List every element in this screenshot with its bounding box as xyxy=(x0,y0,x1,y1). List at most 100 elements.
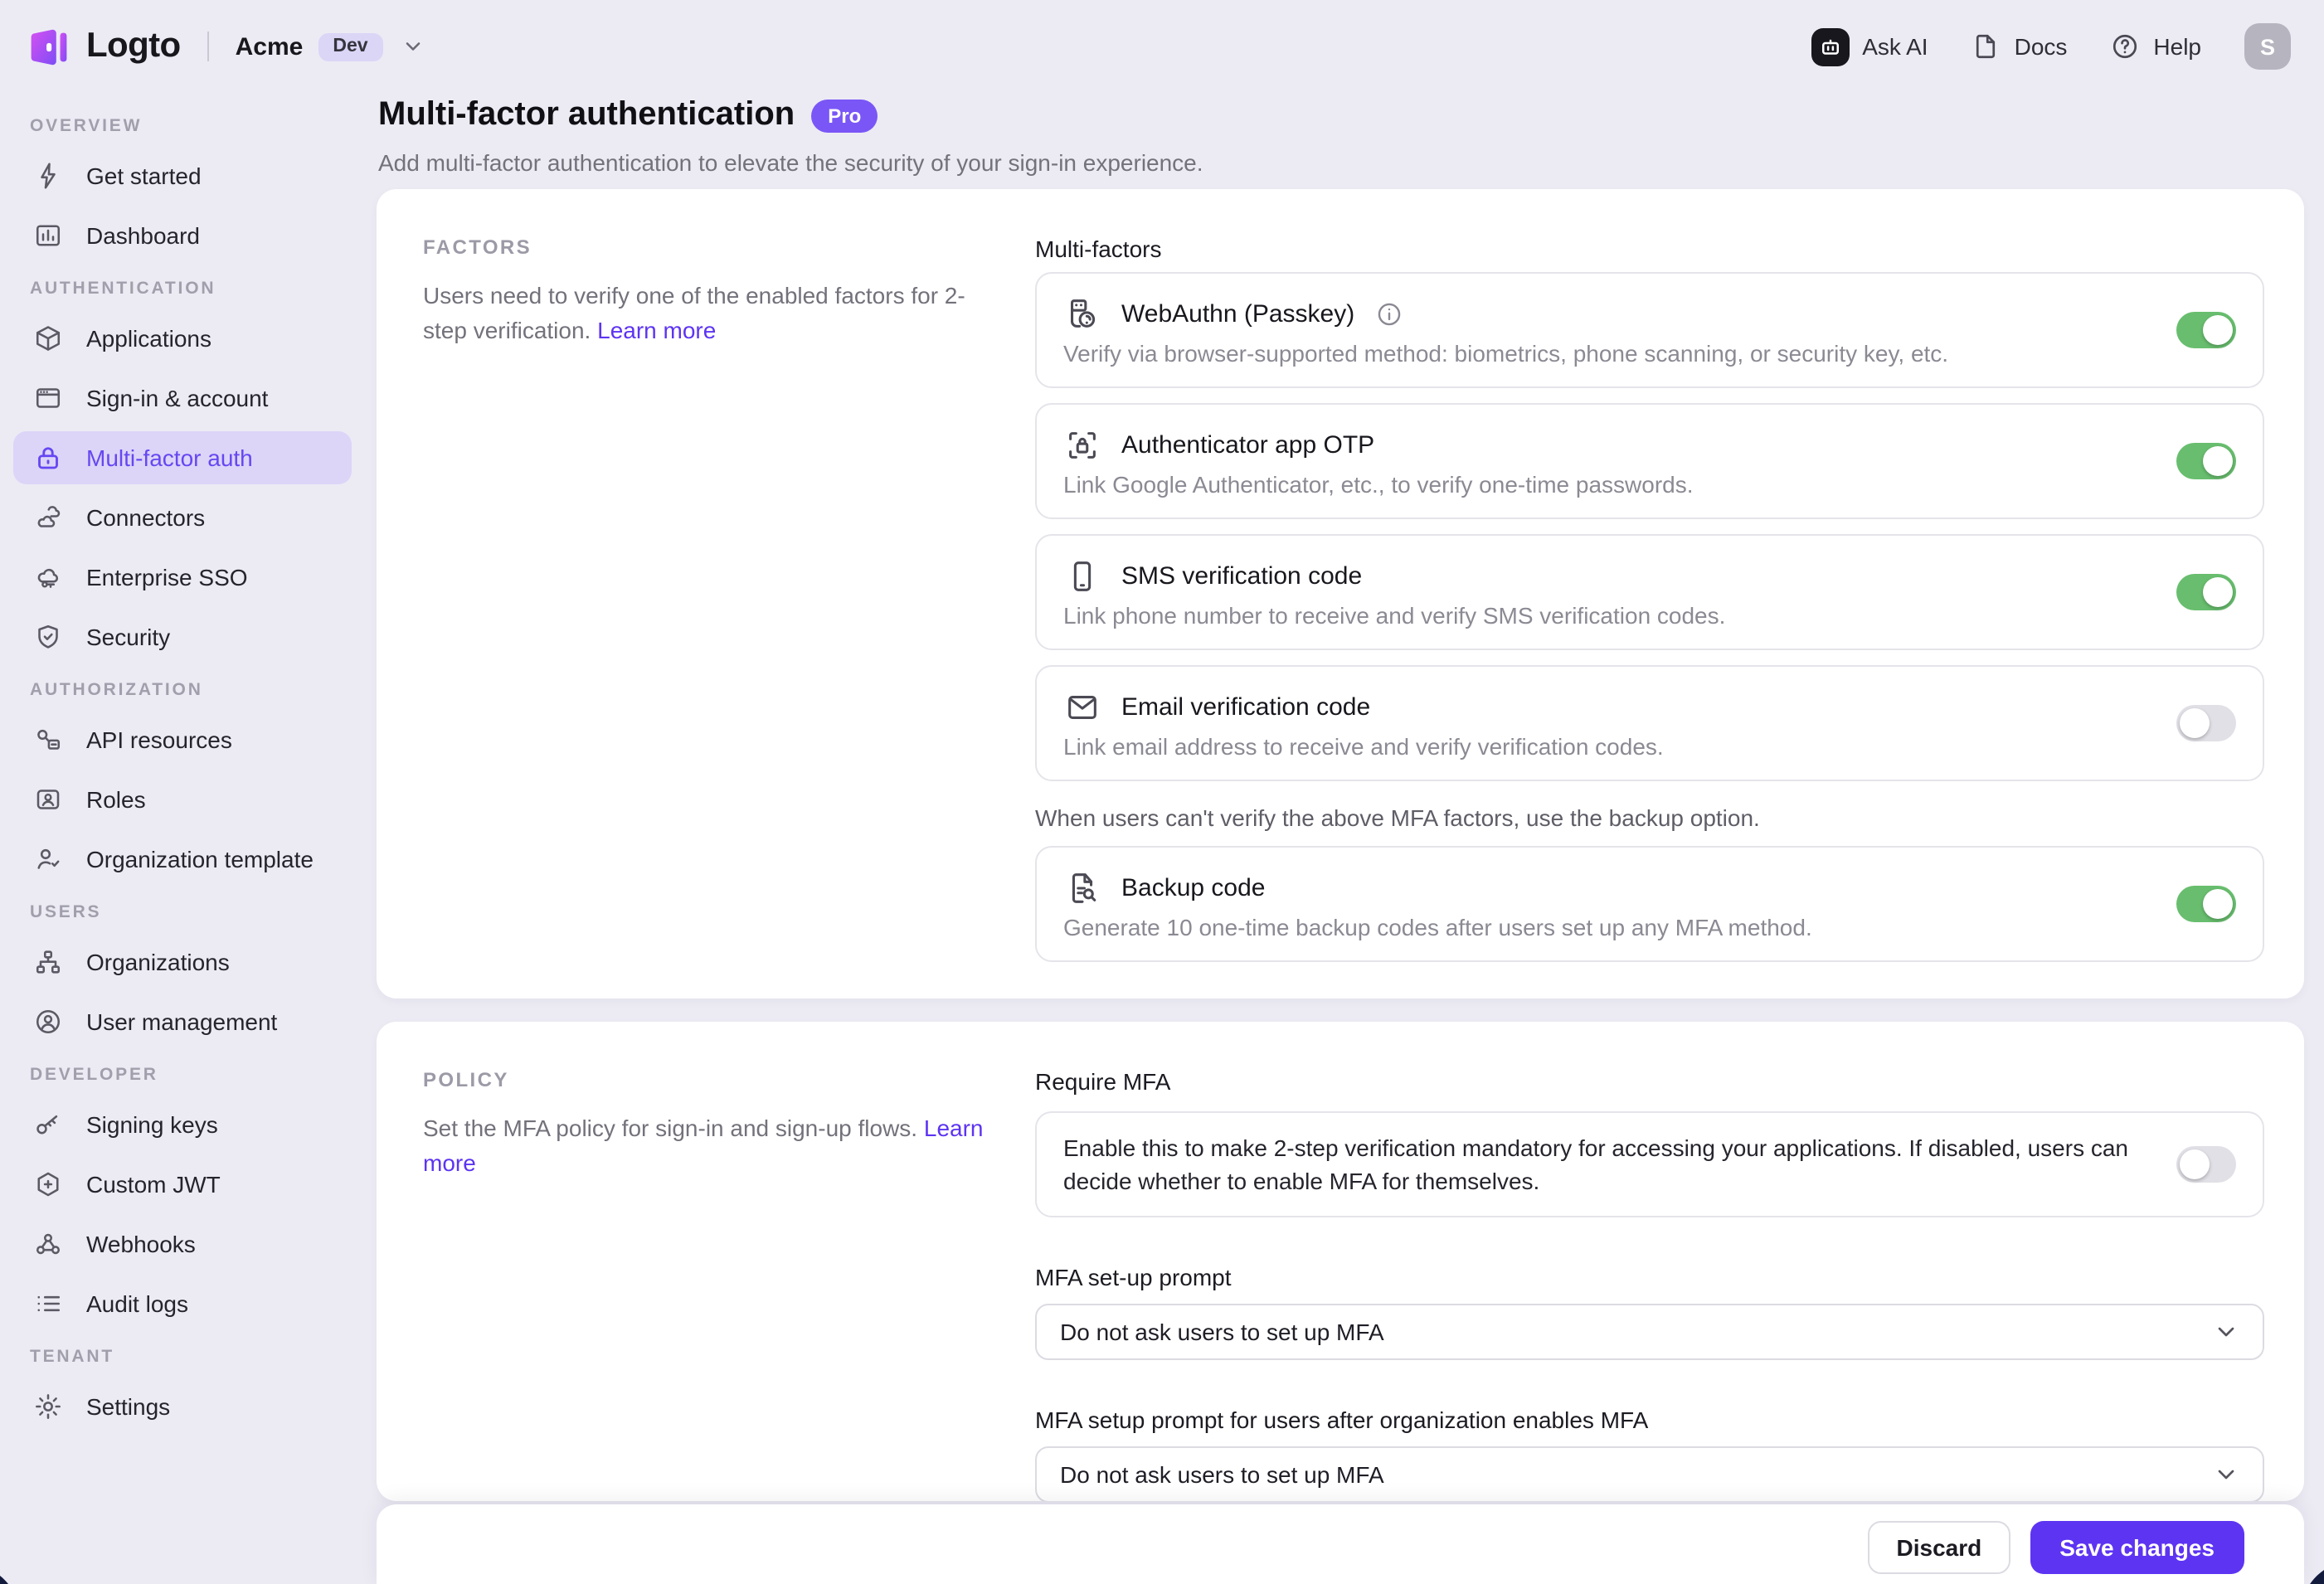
tenant-selector[interactable]: Acme Dev xyxy=(236,32,425,61)
factors-section-intro: FACTORS Users need to verify one of the … xyxy=(423,229,990,972)
cube-icon xyxy=(33,323,63,353)
factor-row-backup-code: Backup code Generate 10 one-time backup … xyxy=(1035,846,2264,962)
require-mfa-toggle[interactable] xyxy=(2176,1146,2236,1183)
factors-section-label: FACTORS xyxy=(423,236,990,259)
topbar-actions: Ask AI Docs Help S xyxy=(1811,23,2291,70)
webhook-icon xyxy=(33,1229,63,1259)
factor-title: Backup code xyxy=(1121,873,1265,901)
chevron-down-icon xyxy=(401,35,425,58)
sidebar-item-settings[interactable]: Settings xyxy=(13,1380,352,1433)
factor-description: Verify via browser-supported method: bio… xyxy=(1063,340,2236,367)
ask-ai-button[interactable]: Ask AI xyxy=(1811,27,1928,66)
help-icon xyxy=(2110,32,2140,61)
help-label: Help xyxy=(2153,33,2201,60)
sidebar-item-organization-template[interactable]: Organization template xyxy=(13,833,352,886)
sidebar-item-signing-keys[interactable]: Signing keys xyxy=(13,1098,352,1151)
avatar-initial: S xyxy=(2260,34,2275,59)
policy-section-label: POLICY xyxy=(423,1068,990,1091)
list-icon xyxy=(33,1289,63,1319)
policy-form: Require MFA Enable this to make 2-step v… xyxy=(1035,1062,2264,1475)
factors-learn-more-link[interactable]: Learn more xyxy=(597,317,716,343)
cloud-key-icon xyxy=(33,562,63,592)
docs-label: Docs xyxy=(2015,33,2068,60)
info-icon[interactable] xyxy=(1374,299,1403,328)
sidebar-section-developer: DEVELOPER xyxy=(30,1065,335,1085)
webauthn-toggle[interactable] xyxy=(2176,312,2236,348)
chevron-down-icon xyxy=(2213,1461,2239,1488)
pro-badge: Pro xyxy=(811,99,878,132)
sidebar-item-webhooks[interactable]: Webhooks xyxy=(13,1217,352,1271)
bolt-icon xyxy=(33,161,63,191)
ask-ai-icon xyxy=(1811,27,1849,66)
hexagon-plus-icon xyxy=(33,1169,63,1199)
logto-console: Logto Acme Dev Ask AI Docs Help xyxy=(0,0,2324,1584)
sidebar-item-user-management[interactable]: User management xyxy=(13,995,352,1048)
backup-code-icon xyxy=(1063,868,1101,906)
sidebar-item-audit-logs[interactable]: Audit logs xyxy=(13,1277,352,1330)
sidebar-item-multi-factor-auth[interactable]: Multi-factor auth xyxy=(13,431,352,484)
factor-title: SMS verification code xyxy=(1121,561,1362,590)
user-circle-icon xyxy=(33,1007,63,1037)
org-mfa-setup-prompt-label: MFA setup prompt for users after organiz… xyxy=(1035,1407,2264,1433)
mfa-setup-prompt-label: MFA set-up prompt xyxy=(1035,1264,2264,1290)
sidebar-section-users: USERS xyxy=(30,902,335,922)
badge-person-icon xyxy=(33,785,63,814)
sidebar-item-applications[interactable]: Applications xyxy=(13,312,352,365)
key-tag-icon xyxy=(33,725,63,755)
org-chart-icon xyxy=(33,947,63,977)
topbar: Logto Acme Dev Ask AI Docs Help xyxy=(0,0,2324,93)
factor-title: Authenticator app OTP xyxy=(1121,430,1374,459)
save-changes-button[interactable]: Save changes xyxy=(2030,1521,2244,1574)
shield-check-icon xyxy=(33,622,63,652)
factors-list: Multi-factors WebAuthn (Passkey) Verify … xyxy=(1035,229,2264,972)
logto-logo-icon xyxy=(27,24,71,69)
sidebar-item-api-resources[interactable]: API resources xyxy=(13,713,352,766)
org-mfa-setup-prompt-select[interactable]: Do not ask users to set up MFA xyxy=(1035,1446,2264,1501)
sidebar-item-enterprise-sso[interactable]: Enterprise SSO xyxy=(13,551,352,604)
sidebar-item-get-started[interactable]: Get started xyxy=(13,149,352,202)
factor-description: Link email address to receive and verify… xyxy=(1063,733,2236,760)
factors-card: FACTORS Users need to verify one of the … xyxy=(377,189,2304,999)
sidebar-section-authentication: AUTHENTICATION xyxy=(30,279,335,299)
gear-icon xyxy=(33,1392,63,1421)
passkey-icon xyxy=(1063,294,1101,333)
sidebar-item-security[interactable]: Security xyxy=(13,610,352,663)
page-subtitle: Add multi-factor authentication to eleva… xyxy=(378,149,1203,176)
docs-button[interactable]: Docs xyxy=(1972,32,2068,61)
avatar[interactable]: S xyxy=(2244,23,2291,70)
factor-description: Generate 10 one-time backup codes after … xyxy=(1063,914,2236,940)
sidebar-item-roles[interactable]: Roles xyxy=(13,773,352,826)
otp-app-icon xyxy=(1063,425,1101,464)
mfa-setup-prompt-select[interactable]: Do not ask users to set up MFA xyxy=(1035,1304,2264,1360)
sidebar-item-sign-in-account[interactable]: Sign-in & account xyxy=(13,372,352,425)
factor-description: Link phone number to receive and verify … xyxy=(1063,602,2236,629)
sidebar-item-custom-jwt[interactable]: Custom JWT xyxy=(13,1158,352,1211)
sms-toggle[interactable] xyxy=(2176,574,2236,610)
key-icon xyxy=(33,1110,63,1139)
action-bar: Discard Save changes xyxy=(377,1504,2304,1584)
sidebar-item-organizations[interactable]: Organizations xyxy=(13,935,352,989)
logto-logo[interactable]: Logto xyxy=(27,24,181,69)
person-check-icon xyxy=(33,844,63,874)
sidebar-item-connectors[interactable]: Connectors xyxy=(13,491,352,544)
tenant-name: Acme xyxy=(236,32,304,61)
require-mfa-description: Enable this to make 2-step verification … xyxy=(1063,1135,2128,1194)
mfa-setup-prompt-value: Do not ask users to set up MFA xyxy=(1060,1319,1384,1345)
topbar-divider xyxy=(207,32,209,61)
browser-window-icon xyxy=(33,383,63,413)
sidebar-item-dashboard[interactable]: Dashboard xyxy=(13,209,352,262)
factor-row-webauthn: WebAuthn (Passkey) Verify via browser-su… xyxy=(1035,272,2264,388)
envelope-icon xyxy=(1063,688,1101,726)
authenticator-otp-toggle[interactable] xyxy=(2176,443,2236,479)
lock-icon xyxy=(33,443,63,473)
org-mfa-setup-prompt-value: Do not ask users to set up MFA xyxy=(1060,1461,1384,1488)
backup-code-toggle[interactable] xyxy=(2176,886,2236,922)
policy-section-intro: POLICY Set the MFA policy for sign-in an… xyxy=(423,1062,990,1475)
email-toggle[interactable] xyxy=(2176,705,2236,741)
sidebar-section-authorization: AUTHORIZATION xyxy=(30,680,335,700)
page-title: Multi-factor authentication xyxy=(378,96,795,134)
help-button[interactable]: Help xyxy=(2110,32,2201,61)
discard-button[interactable]: Discard xyxy=(1869,1521,2010,1574)
multi-factors-label: Multi-factors xyxy=(1035,236,2264,262)
main-content: Multi-factor authentication Pro Add mult… xyxy=(365,93,2324,1584)
